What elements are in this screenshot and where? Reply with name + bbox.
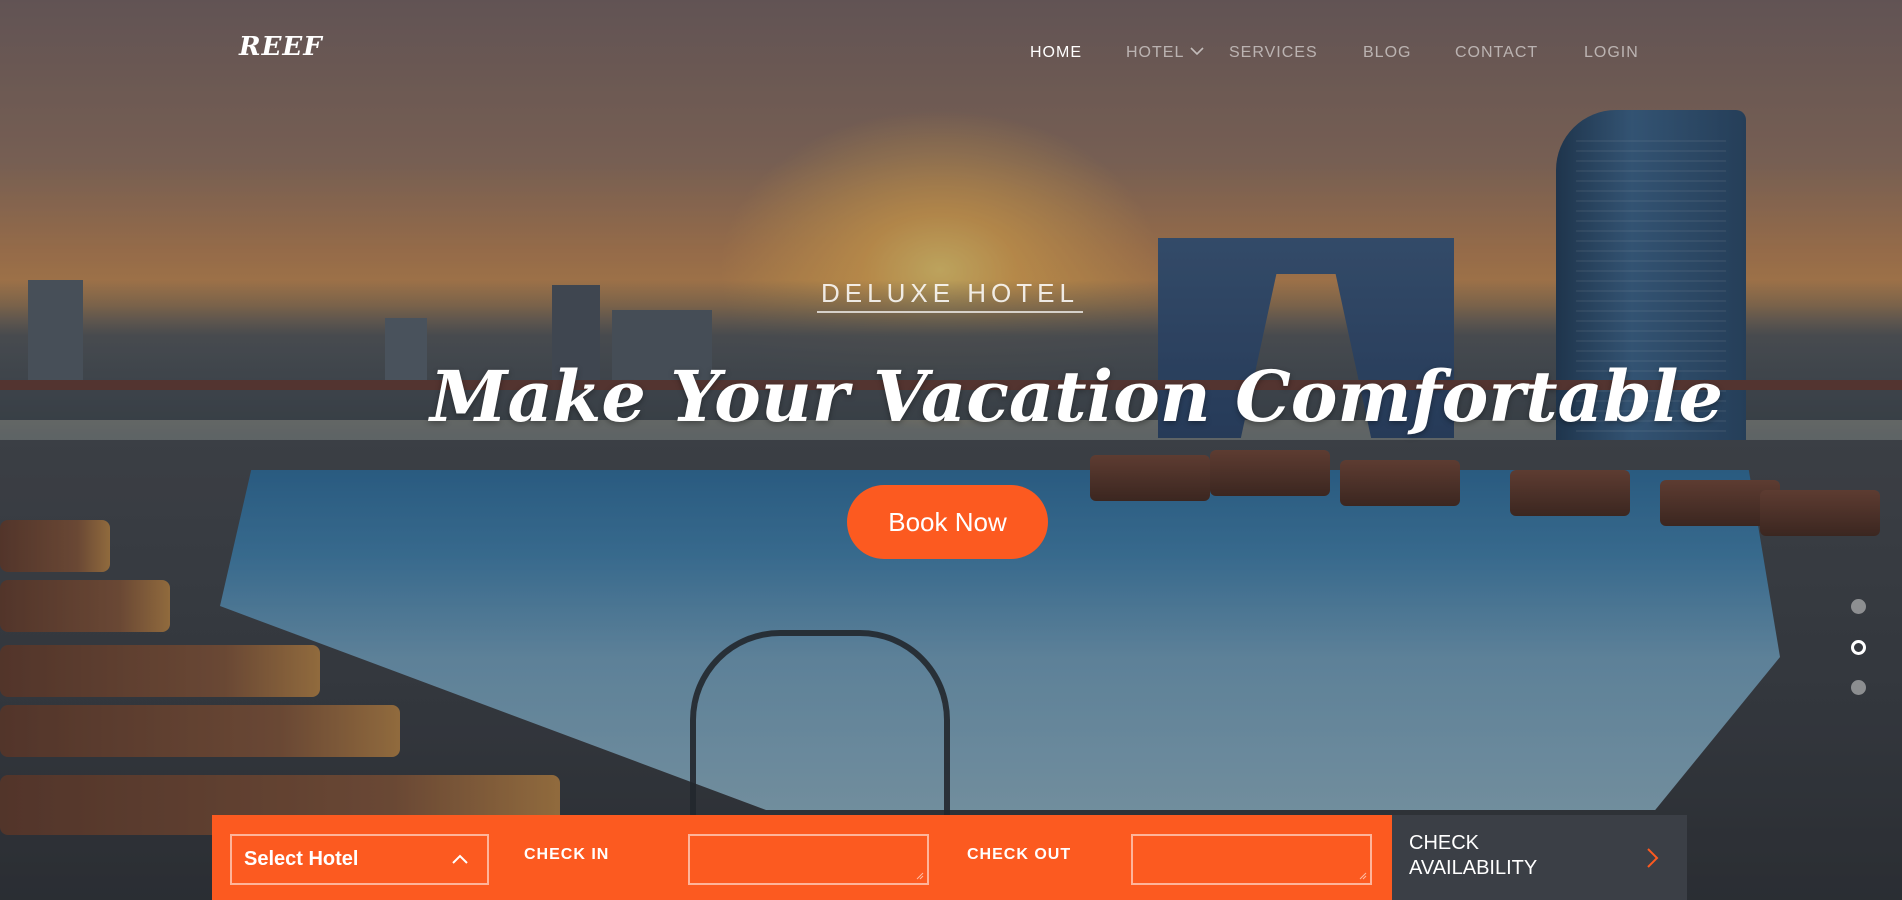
check-availability-button[interactable]: CHECK AVAILABILITY [1392, 815, 1687, 900]
select-hotel-value: Select Hotel [244, 848, 359, 870]
check-in-label: CHECK IN [524, 846, 610, 863]
select-hotel-dropdown[interactable]: Select Hotel [230, 834, 489, 885]
nav-item-blog[interactable]: BLOG [1363, 44, 1411, 62]
slider-dot[interactable] [1851, 599, 1866, 614]
resize-grip-icon [916, 872, 924, 880]
hero-section: REEF HOME HOTEL SERVICES BLOG CONTACT LO… [0, 0, 1902, 900]
check-in-input[interactable] [688, 834, 929, 885]
chevron-up-icon [452, 854, 468, 864]
chevron-right-icon [1647, 848, 1659, 868]
nav-item-hotel[interactable]: HOTEL [1126, 44, 1184, 62]
nav-item-contact[interactable]: CONTACT [1455, 44, 1538, 62]
nav-item-login[interactable]: LOGIN [1584, 44, 1639, 62]
nav-item-services[interactable]: SERVICES [1229, 44, 1318, 62]
check-availability-label: CHECK AVAILABILITY [1409, 832, 1538, 879]
hero-overlay [0, 0, 1902, 900]
resize-grip-icon [1359, 872, 1367, 880]
check-out-input[interactable] [1131, 834, 1372, 885]
check-out-label: CHECK OUT [967, 846, 1072, 863]
book-now-button[interactable]: Book Now [847, 485, 1048, 559]
slider-dot-active[interactable] [1851, 640, 1866, 655]
hero-headline: Make Your Vacation Comfortable [430, 355, 1723, 438]
hero-subtitle: DELUXE HOTEL [817, 278, 1083, 313]
chevron-down-icon[interactable] [1190, 44, 1204, 58]
slider-dot[interactable] [1851, 680, 1866, 695]
site-logo[interactable]: REEF [239, 32, 323, 62]
nav-item-home[interactable]: HOME [1030, 44, 1082, 62]
